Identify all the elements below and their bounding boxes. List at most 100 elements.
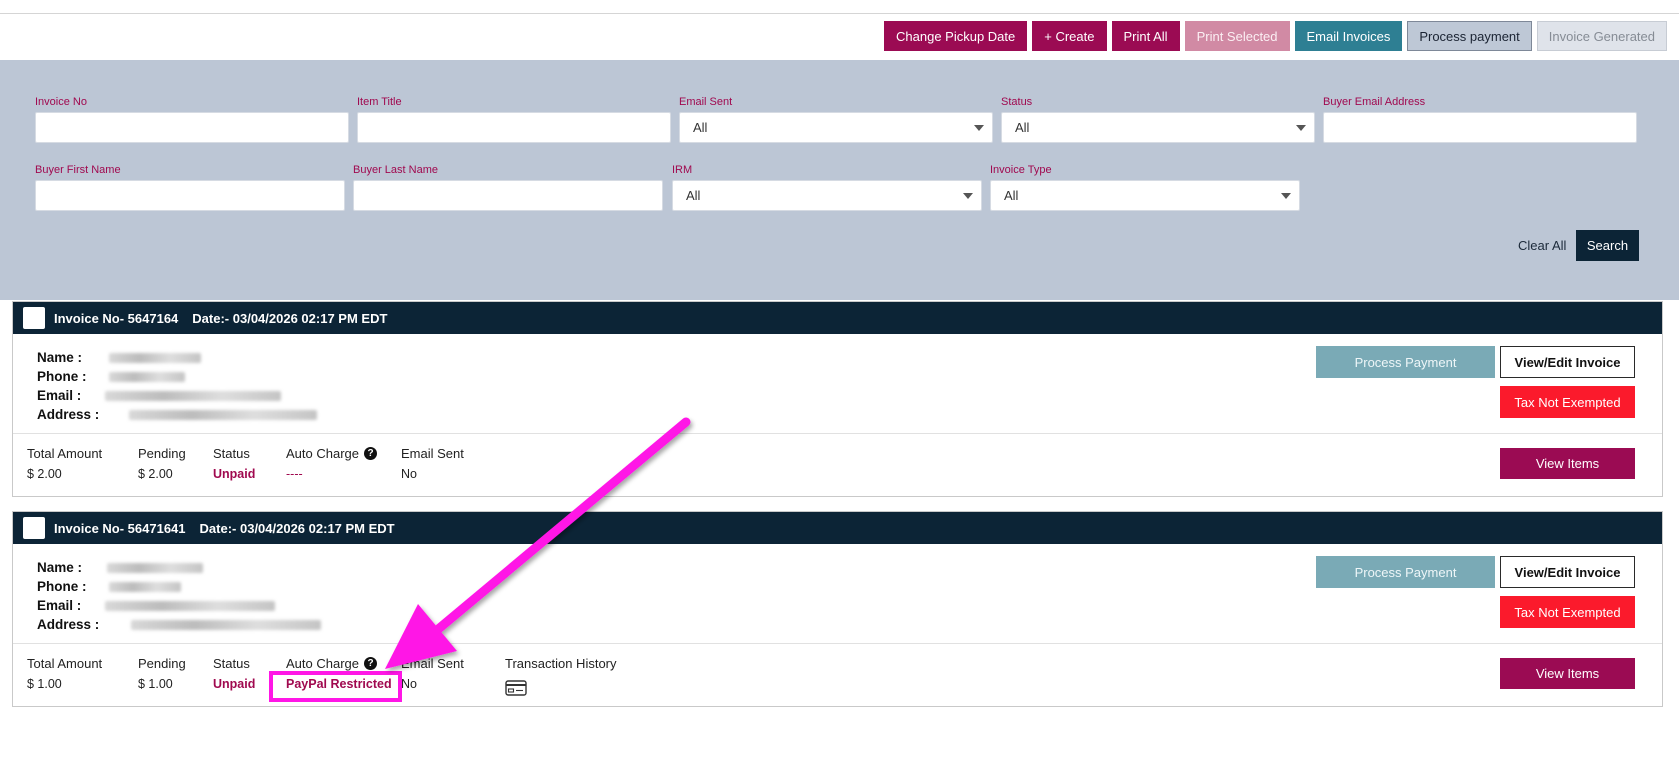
create-button[interactable]: + Create — [1032, 21, 1107, 51]
invoice-date: Date:- 03/04/2026 02:17 PM EDT — [192, 310, 388, 326]
email-sent-value: All — [693, 120, 708, 135]
email-sent-cell: Email Sent No — [401, 656, 464, 691]
view-edit-invoice-button[interactable]: View/Edit Invoice — [1500, 556, 1635, 588]
help-icon[interactable]: ? — [364, 447, 377, 460]
status-cell: Status Unpaid — [213, 656, 255, 691]
pending-label: Pending — [138, 656, 186, 671]
name-label: Name : — [37, 350, 83, 365]
status-filter: Status All — [1001, 96, 1315, 143]
chevron-down-icon — [1296, 125, 1306, 131]
phone-label: Phone : — [37, 369, 87, 384]
email-sent-label: Email Sent — [401, 656, 464, 671]
auto-charge-value: PayPal Restricted — [286, 677, 392, 691]
invoice-number: Invoice No- 56471641 — [54, 520, 186, 536]
buyer-first-name-label: Buyer First Name — [35, 164, 121, 176]
invoice-stats: Total Amount $ 1.00 Pending $ 1.00 Statu… — [13, 644, 1662, 706]
invoice-no-filter: Invoice No — [35, 96, 349, 143]
invoice-no-input[interactable] — [35, 112, 349, 143]
help-icon[interactable]: ? — [364, 657, 377, 670]
status-value: Unpaid — [213, 677, 256, 691]
select-invoice-checkbox[interactable] — [23, 307, 45, 329]
invoice-card-header: Invoice No- 5647164 Date:- 03/04/2026 02… — [13, 302, 1662, 334]
pending-value: $ 1.00 — [138, 677, 173, 691]
buyer-last-name-label: Buyer Last Name — [353, 164, 438, 176]
select-invoice-checkbox[interactable] — [23, 517, 45, 539]
process-payment-toolbar-button[interactable]: Process payment — [1407, 21, 1532, 51]
invoice-no-label: Invoice No — [35, 96, 87, 108]
name-label: Name : — [37, 560, 83, 575]
change-pickup-date-button[interactable]: Change Pickup Date — [884, 21, 1028, 51]
status-label: Status — [1001, 96, 1033, 108]
total-amount-value: $ 2.00 — [27, 467, 62, 481]
transaction-history-label: Transaction History — [505, 656, 617, 671]
item-title-label: Item Title — [357, 96, 402, 108]
email-sent-filter: Email Sent All — [679, 96, 993, 143]
invoice-generated-button[interactable]: Invoice Generated — [1536, 21, 1667, 51]
redacted-address — [129, 409, 317, 420]
credit-card-icon[interactable] — [505, 680, 527, 699]
email-sent-select[interactable]: All — [679, 112, 993, 143]
status-value: Unpaid — [213, 467, 256, 481]
status-select[interactable]: All — [1001, 112, 1315, 143]
filter-panel: Invoice No Item Title Email Sent All Sta… — [0, 60, 1679, 300]
buyer-email-input[interactable] — [1323, 112, 1637, 143]
status-label: Status — [213, 446, 250, 461]
invoice-card: Invoice No- 56471641 Date:- 03/04/2026 0… — [12, 511, 1663, 707]
redacted-email — [105, 600, 275, 611]
redacted-email — [105, 390, 281, 401]
print-selected-button[interactable]: Print Selected — [1184, 21, 1290, 51]
invoice-date: Date:- 03/04/2026 02:17 PM EDT — [199, 520, 395, 536]
item-title-filter: Item Title — [357, 96, 671, 143]
buyer-email-filter: Buyer Email Address — [1323, 96, 1637, 143]
buyer-last-name-filter: Buyer Last Name — [353, 164, 663, 211]
search-button[interactable]: Search — [1576, 230, 1639, 261]
buyer-first-name-filter: Buyer First Name — [35, 164, 345, 211]
invoice-type-value: All — [1004, 188, 1019, 203]
view-items-button[interactable]: View Items — [1500, 448, 1635, 479]
transaction-history-cell: Transaction History — [505, 656, 617, 699]
auto-charge-label: Auto Charge — [286, 446, 359, 461]
pending-cell: Pending $ 1.00 — [138, 656, 186, 691]
irm-select[interactable]: All — [672, 180, 982, 211]
print-all-button[interactable]: Print All — [1111, 21, 1180, 51]
status-value: All — [1015, 120, 1030, 135]
redacted-name — [109, 352, 201, 363]
invoice-card-header: Invoice No- 56471641 Date:- 03/04/2026 0… — [13, 512, 1662, 544]
process-payment-button[interactable]: Process Payment — [1316, 346, 1495, 378]
phone-label: Phone : — [37, 579, 87, 594]
buyer-info: Name : Phone : Email : Address : Process… — [13, 544, 1662, 644]
view-items-button[interactable]: View Items — [1500, 658, 1635, 689]
buyer-info: Name : Phone : Email : Address : Process… — [13, 334, 1662, 434]
redacted-phone — [109, 371, 185, 382]
chevron-down-icon — [974, 125, 984, 131]
clear-all-link[interactable]: Clear All — [1518, 238, 1566, 253]
invoice-type-select[interactable]: All — [990, 180, 1300, 211]
item-title-input[interactable] — [357, 112, 671, 143]
total-amount-value: $ 1.00 — [27, 677, 62, 691]
invoice-type-label: Invoice Type — [990, 164, 1052, 176]
email-label: Email : — [37, 388, 82, 403]
invoice-stats: Total Amount $ 2.00 Pending $ 2.00 Statu… — [13, 434, 1662, 496]
auto-charge-cell: Auto Charge? PayPal Restricted — [286, 656, 392, 691]
auto-charge-cell: Auto Charge? ---- — [286, 446, 377, 481]
email-label: Email : — [37, 598, 82, 613]
email-invoices-button[interactable]: Email Invoices — [1294, 21, 1403, 51]
total-amount-cell: Total Amount $ 2.00 — [27, 446, 102, 481]
buyer-last-name-input[interactable] — [353, 180, 663, 211]
redacted-phone — [109, 581, 181, 592]
invoice-number: Invoice No- 5647164 — [54, 310, 179, 326]
address-label: Address : — [37, 407, 100, 422]
process-payment-button[interactable]: Process Payment — [1316, 556, 1495, 588]
top-divider — [0, 13, 1679, 14]
email-sent-label: Email Sent — [401, 446, 464, 461]
view-edit-invoice-button[interactable]: View/Edit Invoice — [1500, 346, 1635, 378]
status-label: Status — [213, 656, 250, 671]
tax-status-badge: Tax Not Exempted — [1500, 386, 1635, 418]
invoice-type-filter: Invoice Type All — [990, 164, 1300, 211]
email-sent-cell: Email Sent No — [401, 446, 464, 481]
auto-charge-value: ---- — [286, 467, 303, 481]
buyer-first-name-input[interactable] — [35, 180, 345, 211]
total-amount-label: Total Amount — [27, 656, 103, 671]
tax-status-badge: Tax Not Exempted — [1500, 596, 1635, 628]
buyer-email-label: Buyer Email Address — [1323, 96, 1426, 108]
